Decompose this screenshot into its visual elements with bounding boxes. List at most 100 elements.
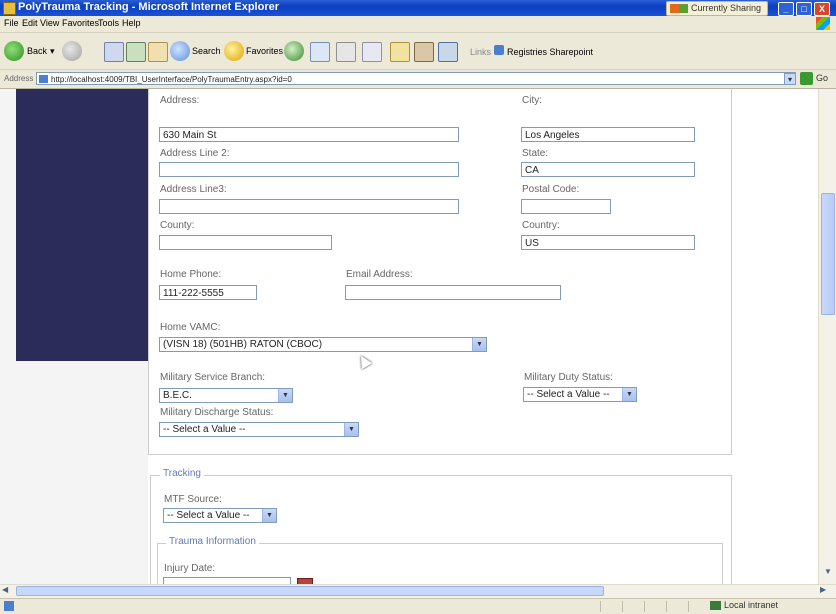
military-discharge-status-select[interactable]: -- Select a Value -- ▼ [159, 422, 359, 437]
chevron-down-icon[interactable]: ▼ [262, 509, 276, 522]
mtf-source-select[interactable]: -- Select a Value -- ▼ [163, 508, 277, 523]
status-divider [688, 601, 689, 612]
messenger-icon[interactable] [438, 42, 458, 62]
back-arrow-icon[interactable] [4, 41, 24, 61]
postal-code-input[interactable] [521, 199, 611, 214]
minimize-button[interactable]: _ [778, 2, 794, 16]
military-duty-status-value: -- Select a Value -- [527, 389, 610, 400]
search-icon[interactable] [170, 41, 190, 61]
maximize-button[interactable]: □ [796, 2, 812, 16]
scroll-down-arrow-icon[interactable]: ▼ [821, 567, 835, 581]
vertical-scroll-thumb[interactable] [821, 193, 835, 315]
home-vamc-value: (VISN 18) (501HB) RATON (CBOC) [163, 339, 323, 350]
injury-date-label: Injury Date: [164, 563, 216, 574]
injury-date-input[interactable] [163, 577, 291, 584]
address-line2-label: Address Line 2: [160, 148, 230, 159]
chevron-down-icon[interactable]: ▼ [344, 423, 358, 436]
toolbar: Back ▾ Search Favorites Links Registries… [0, 33, 836, 70]
country-input[interactable]: US [521, 235, 695, 250]
scroll-right-arrow-icon[interactable]: ▶ [820, 585, 832, 597]
page-content: Address: 630 Main St City: Los Angeles A… [0, 89, 818, 584]
county-input[interactable] [159, 235, 332, 250]
status-divider [622, 601, 623, 612]
country-label: Country: [522, 220, 560, 231]
folder-icon[interactable] [390, 42, 410, 62]
military-duty-status-select[interactable]: -- Select a Value -- ▼ [523, 387, 637, 402]
close-button[interactable]: X [814, 2, 830, 16]
email-address-input[interactable] [345, 285, 561, 300]
url-dropdown-icon[interactable]: ▾ [784, 73, 796, 85]
favorites-star-icon[interactable] [224, 41, 244, 61]
edit-page-icon[interactable] [362, 42, 382, 62]
home-icon[interactable] [148, 42, 168, 62]
email-address-label: Email Address: [346, 269, 413, 280]
back-dropdown-icon[interactable]: ▾ [50, 46, 55, 57]
status-divider [666, 601, 667, 612]
mtf-source-label: MTF Source: [164, 494, 222, 505]
favorites-button[interactable]: Favorites [246, 46, 283, 56]
county-label: County: [160, 220, 195, 231]
address-input[interactable]: 630 Main St [159, 127, 459, 142]
menu-help[interactable]: Help [122, 18, 141, 28]
mail-icon[interactable] [310, 42, 330, 62]
military-discharge-status-label: Military Discharge Status: [160, 407, 274, 418]
refresh-icon[interactable] [126, 42, 146, 62]
chevron-down-icon[interactable]: ▼ [622, 388, 636, 401]
back-button[interactable]: Back [27, 46, 47, 56]
stop-icon[interactable] [104, 42, 124, 62]
print-icon[interactable] [336, 42, 356, 62]
chevron-down-icon[interactable]: ▼ [278, 389, 292, 402]
military-service-branch-value: B.E.C. [163, 390, 192, 401]
trauma-information-legend: Trauma Information [166, 536, 259, 547]
military-service-branch-label: Military Service Branch: [160, 372, 266, 383]
address-line3-input[interactable] [159, 199, 459, 214]
links-label: Links [470, 47, 492, 57]
home-vamc-label: Home VAMC: [160, 322, 221, 333]
address-line3-label: Address Line3: [160, 184, 227, 195]
window-title: PolyTrauma Tracking - Microsoft Internet… [18, 1, 280, 13]
local-intranet-icon [710, 601, 721, 610]
history-icon[interactable] [284, 41, 304, 61]
search-button[interactable]: Search [192, 46, 221, 56]
currently-sharing-badge[interactable]: Currently Sharing [666, 1, 769, 16]
menu-tools[interactable]: Tools [98, 18, 119, 28]
page-icon [39, 75, 48, 83]
address-line2-input[interactable] [159, 162, 459, 177]
horizontal-scroll-thumb[interactable] [16, 586, 604, 596]
go-label: Go [816, 73, 829, 83]
go-button[interactable]: Go [800, 72, 836, 86]
state-label: State: [522, 148, 549, 159]
menu-view[interactable]: View [40, 18, 59, 28]
tracking-legend: Tracking [160, 468, 204, 479]
home-phone-input[interactable]: 111-222-5555 [159, 285, 257, 300]
military-duty-status-label: Military Duty Status: [524, 372, 613, 383]
menu-favorites[interactable]: Favorites [62, 18, 99, 28]
forward-arrow-icon[interactable] [62, 41, 82, 61]
horizontal-scrollbar[interactable]: ◀ ▶ [0, 584, 836, 598]
mtf-source-value: -- Select a Value -- [167, 510, 250, 521]
menu-file[interactable]: File [4, 18, 19, 28]
go-arrow-icon [800, 72, 813, 85]
scroll-left-arrow-icon[interactable]: ◀ [2, 585, 14, 597]
military-discharge-status-value: -- Select a Value -- [163, 424, 246, 435]
city-input[interactable]: Los Angeles [521, 127, 695, 142]
chevron-down-icon[interactable]: ▼ [472, 338, 486, 351]
city-label: City: [522, 95, 542, 106]
home-vamc-select[interactable]: (VISN 18) (501HB) RATON (CBOC) ▼ [159, 337, 487, 352]
military-service-branch-select[interactable]: B.E.C. ▼ [159, 388, 293, 403]
address-bar: Address http://localhost:4009/TBI_UserIn… [0, 70, 836, 89]
ie-page-icon [3, 2, 16, 15]
sharing-icon [670, 4, 688, 13]
sharing-label: Currently Sharing [691, 3, 762, 13]
research-icon[interactable] [414, 42, 434, 62]
windows-logo-icon [816, 17, 830, 30]
navigation-sidebar [16, 89, 148, 361]
url-field[interactable]: http://localhost:4009/TBI_UserInterface/… [36, 72, 796, 85]
home-phone-label: Home Phone: [160, 269, 222, 280]
registries-sharepoint-link[interactable]: Registries Sharepoint [507, 47, 593, 57]
postal-code-label: Postal Code: [522, 184, 580, 195]
menu-edit[interactable]: Edit [22, 18, 38, 28]
vertical-scrollbar[interactable]: ▼ [818, 89, 836, 584]
url-text: http://localhost:4009/TBI_UserInterface/… [51, 75, 292, 84]
state-input[interactable]: CA [521, 162, 695, 177]
